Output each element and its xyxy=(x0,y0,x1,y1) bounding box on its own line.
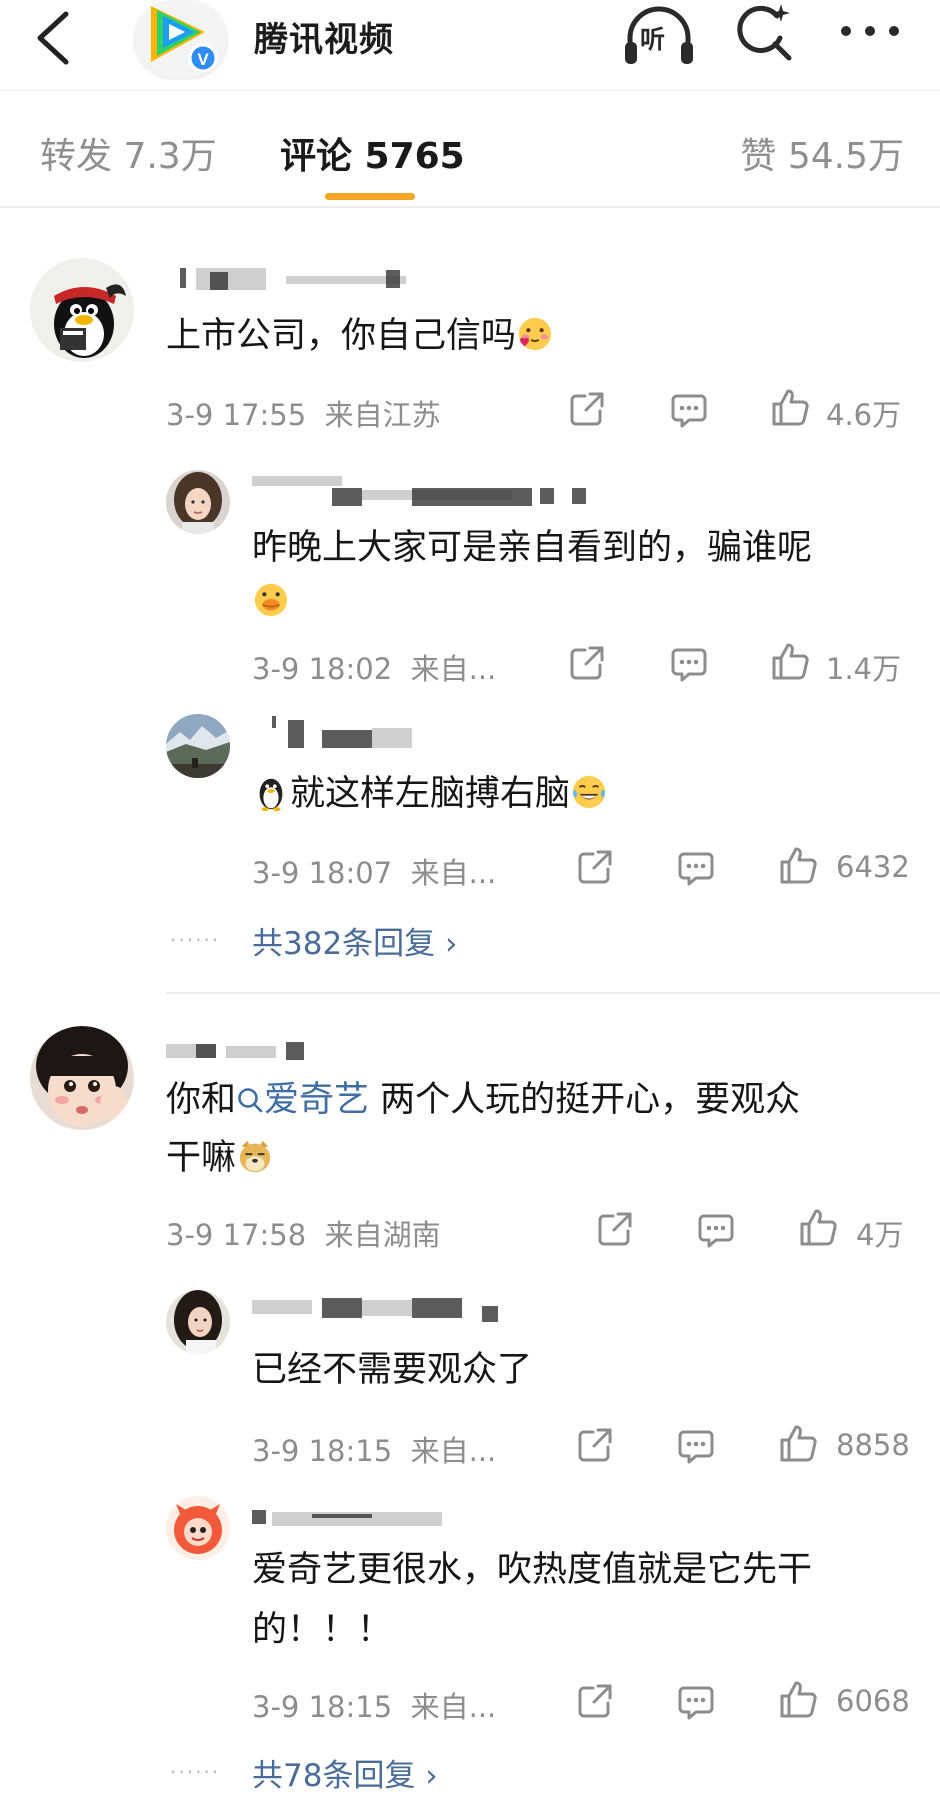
top-bar: V 腾讯视频 听 xyxy=(0,0,940,90)
like-count: 4.6万 xyxy=(826,398,902,432)
tab-comments[interactable]: 评论 5765 xyxy=(280,127,465,179)
like-icon[interactable] xyxy=(770,642,810,682)
active-tab-indicator xyxy=(325,193,415,200)
username-redacted[interactable] xyxy=(252,716,452,748)
more-icon xyxy=(841,26,899,36)
search-icon xyxy=(737,4,792,61)
share-icon[interactable] xyxy=(568,390,608,430)
share-icon[interactable] xyxy=(596,1210,636,1250)
listen-label: 听 xyxy=(640,25,666,54)
comment-icon[interactable] xyxy=(669,390,709,430)
avatar[interactable] xyxy=(30,1026,134,1130)
leader-dots: ······ xyxy=(170,1760,221,1784)
like-icon[interactable] xyxy=(770,388,810,428)
avatar[interactable] xyxy=(166,714,230,778)
comment-text: 你和 爱奇艺 两个人玩的挺开心，要观众 xyxy=(166,1080,801,1120)
woman-avatar-icon xyxy=(166,1290,230,1354)
account-title: 腾讯视频 xyxy=(254,20,394,60)
blush-heart-emoji xyxy=(518,317,552,351)
comment-icon[interactable] xyxy=(676,1682,716,1722)
like-count: 1.4万 xyxy=(826,652,902,686)
like-icon[interactable] xyxy=(798,1208,838,1248)
like-count: 6068 xyxy=(836,1684,910,1718)
penguin-avatar-icon xyxy=(30,258,134,362)
username-redacted[interactable] xyxy=(166,1040,326,1062)
comment-icon[interactable] xyxy=(696,1210,736,1250)
like-icon[interactable] xyxy=(778,846,818,886)
comment-icon[interactable] xyxy=(669,644,709,684)
penguin-emoji xyxy=(259,778,283,811)
landscape-avatar-icon xyxy=(166,714,230,778)
share-icon[interactable] xyxy=(568,644,608,684)
tab-likes[interactable]: 赞 54.5万 xyxy=(740,127,904,179)
like-icon[interactable] xyxy=(778,1424,818,1464)
like-count: 4万 xyxy=(856,1218,904,1252)
avatar[interactable] xyxy=(166,470,230,534)
comment-meta: 3-9 17:55 来自江苏 xyxy=(166,398,441,432)
laughing-tears-emoji xyxy=(572,775,606,809)
share-icon[interactable] xyxy=(576,848,616,888)
comment-icon[interactable] xyxy=(676,848,716,888)
spacer xyxy=(0,208,940,228)
back-button[interactable] xyxy=(30,8,80,68)
like-count: 6432 xyxy=(836,850,910,884)
comment-text: 上市公司，你自己信吗 xyxy=(166,306,554,366)
doge-emoji xyxy=(239,1140,271,1173)
like-count: 8858 xyxy=(836,1428,910,1462)
tab-repost[interactable]: 转发 7.3万 xyxy=(40,127,217,179)
reply-text: 爱奇艺更很水，吹热度值就是它先干 xyxy=(252,1550,813,1590)
like-icon[interactable] xyxy=(778,1680,818,1720)
reply-text-line2: 的！！！ xyxy=(252,1610,393,1650)
comment-meta: 3-9 17:58 来自湖南 xyxy=(166,1218,441,1252)
view-more-replies-link[interactable]: 共382条回复 › xyxy=(252,918,457,963)
share-icon[interactable] xyxy=(576,1682,616,1722)
girl-avatar-icon xyxy=(166,470,230,534)
reply-text-emoji-line xyxy=(252,572,290,632)
reply-text: 昨晚上大家可是亲自看到的，骗谁呢 xyxy=(252,528,813,568)
thread-divider xyxy=(166,992,940,994)
more-button[interactable] xyxy=(835,14,905,48)
username-redacted[interactable] xyxy=(252,1506,472,1528)
tencent-video-logo[interactable]: V xyxy=(133,0,229,80)
tencent-video-logo-icon: V xyxy=(135,0,227,78)
avatar[interactable] xyxy=(166,1496,230,1560)
username-redacted[interactable] xyxy=(166,268,416,290)
avatar[interactable] xyxy=(166,1290,230,1354)
topic-link-iqiyi[interactable]: 爱奇艺 xyxy=(236,1080,369,1120)
search-link-icon xyxy=(238,1088,263,1113)
weibo-mascot-avatar-icon xyxy=(166,1496,230,1560)
view-more-replies-link[interactable]: 共78条回复 › xyxy=(252,1750,438,1795)
username-redacted[interactable] xyxy=(252,476,602,506)
reply-meta: 3-9 18:07 来自... xyxy=(252,856,497,890)
listen-button[interactable]: 听 xyxy=(622,4,696,70)
reply-text: 已经不需要观众了 xyxy=(252,1350,533,1390)
share-icon[interactable] xyxy=(576,1426,616,1466)
avatar[interactable] xyxy=(30,258,134,362)
verified-badge: V xyxy=(197,50,209,69)
reply-meta: 3-9 18:15 来自... xyxy=(252,1690,497,1724)
comment-icon[interactable] xyxy=(676,1426,716,1466)
reply-text: 就这样左脑搏右脑 xyxy=(252,764,608,824)
reply-meta: 3-9 18:15 来自... xyxy=(252,1434,497,1468)
reply-meta: 3-9 18:02 来自... xyxy=(252,652,497,686)
child-avatar-icon xyxy=(30,1026,134,1130)
leader-dots: ······ xyxy=(170,928,221,952)
search-button[interactable] xyxy=(733,2,795,64)
back-icon xyxy=(37,11,69,65)
comment-text-line2: 干嘛 xyxy=(166,1128,274,1188)
duck-emoji xyxy=(254,583,288,617)
interaction-tabs: 转发 7.3万 评论 5765 赞 54.5万 xyxy=(0,90,940,208)
username-redacted[interactable] xyxy=(252,1296,512,1322)
